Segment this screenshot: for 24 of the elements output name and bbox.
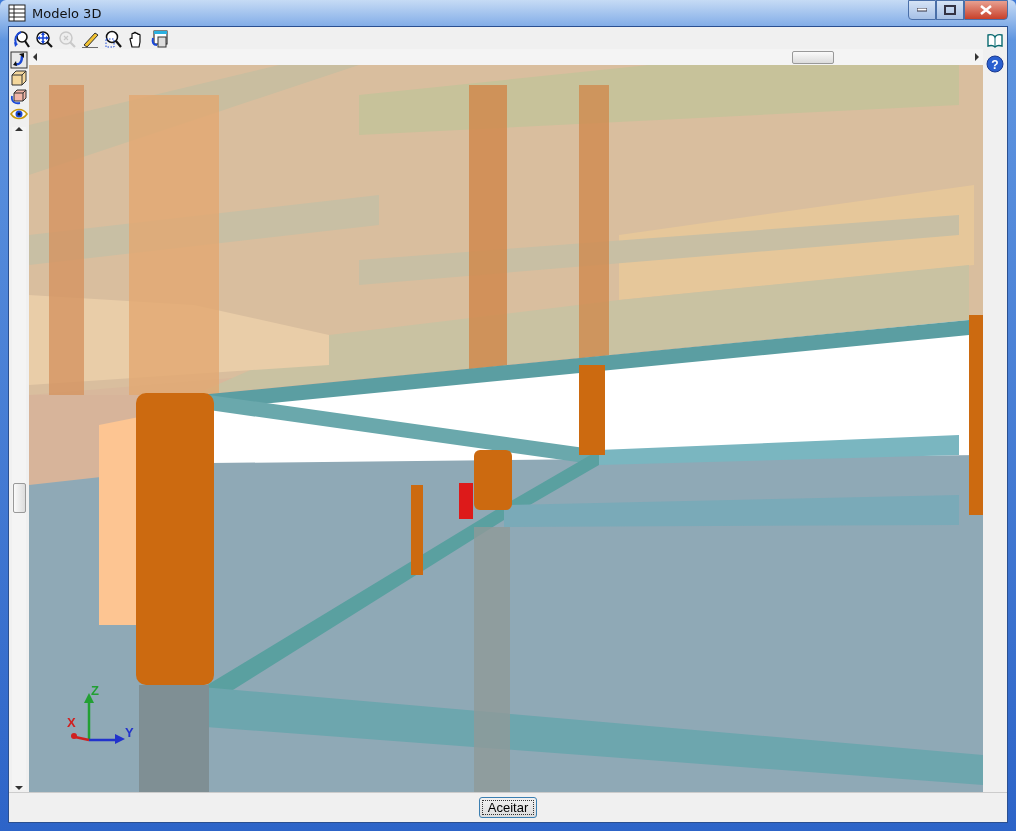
accept-button[interactable]: Aceitar [479, 797, 537, 818]
zoom-extents-icon[interactable] [35, 30, 53, 48]
close-button[interactable] [964, 0, 1008, 20]
pencil-icon[interactable] [81, 30, 99, 48]
window-title: Modelo 3D [32, 5, 102, 21]
axis-label: Z [91, 683, 99, 698]
book-icon[interactable] [986, 31, 1004, 49]
horizontal-scrollbar[interactable] [29, 49, 983, 65]
axis-label: X [67, 715, 76, 730]
transparent-cube-icon[interactable] [10, 87, 28, 105]
window-grid-icon [8, 4, 26, 22]
zoom-window-icon[interactable] [104, 30, 122, 48]
maximize-icon [944, 5, 956, 15]
cube-icon[interactable] [10, 69, 28, 87]
help-icon[interactable]: ? [986, 55, 1004, 73]
orbit-magnifier-icon[interactable] [12, 30, 30, 48]
vertical-scrollbar[interactable] [12, 127, 26, 790]
axis-label: Y [125, 725, 134, 740]
rotate-icon[interactable] [10, 51, 28, 69]
close-icon [980, 5, 992, 15]
minimize-icon [917, 8, 927, 12]
maximize-button[interactable] [936, 0, 964, 20]
minimize-button[interactable] [908, 0, 936, 20]
window-copy-icon[interactable] [150, 30, 168, 48]
